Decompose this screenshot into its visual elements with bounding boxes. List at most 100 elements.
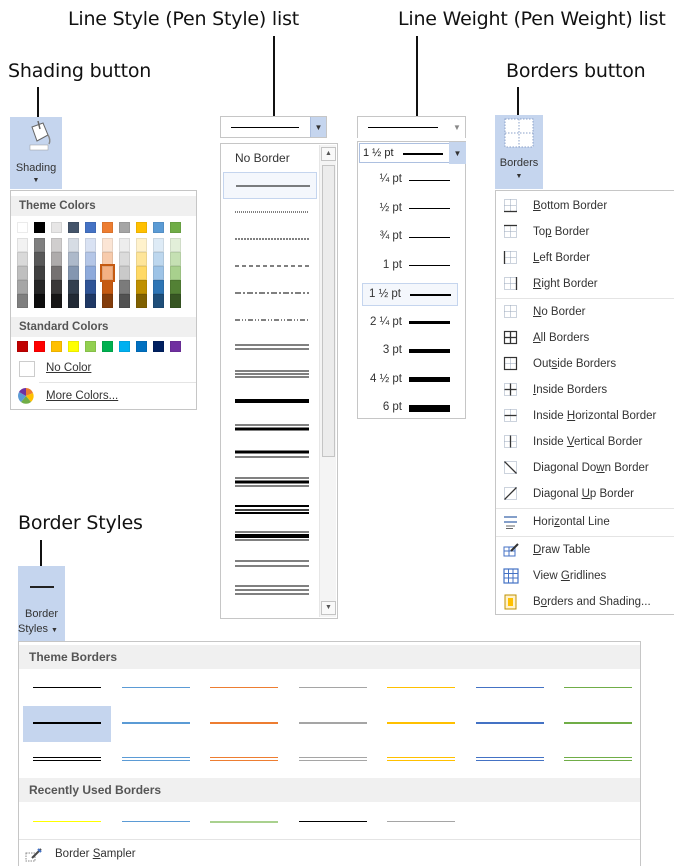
pen-style-option[interactable] [223,361,317,388]
color-swatch[interactable] [170,222,181,233]
borders-menu-item[interactable]: View Gridlines [496,563,674,589]
pen-weight-option[interactable]: 3 pt [362,340,458,363]
color-swatch[interactable] [34,238,45,252]
theme-border-option[interactable] [200,706,288,742]
pen-style-option[interactable] [223,523,317,550]
color-swatch[interactable] [51,280,62,294]
recent-border-option[interactable] [377,804,465,840]
shading-button[interactable]: Shading ▼ [10,117,62,189]
chevron-down-icon[interactable]: ▼ [310,117,326,137]
color-swatch[interactable] [119,341,130,352]
borders-menu-item[interactable]: Horizontal Line [496,509,674,535]
color-swatch[interactable] [119,266,130,280]
color-swatch[interactable] [102,252,113,266]
borders-menu-item[interactable]: Bottom Border [496,193,674,219]
color-swatch[interactable] [100,264,115,282]
color-swatch[interactable] [17,252,28,266]
color-swatch[interactable] [136,222,147,233]
pen-style-option[interactable] [223,334,317,361]
theme-border-option[interactable] [23,706,111,742]
color-swatch[interactable] [51,252,62,266]
color-swatch[interactable] [51,341,62,352]
pen-weight-current[interactable]: 1 ½ pt [359,143,450,163]
color-swatch[interactable] [119,222,130,233]
theme-border-option[interactable] [23,670,111,706]
color-swatch[interactable] [85,252,96,266]
theme-border-option[interactable] [23,742,111,778]
pen-style-option[interactable] [223,415,317,442]
theme-border-option[interactable] [377,706,465,742]
pen-weight-option[interactable]: 1 pt [362,255,458,278]
scrollbar-thumb[interactable] [322,165,335,457]
color-swatch[interactable] [34,294,45,308]
color-swatch[interactable] [136,280,147,294]
color-swatch[interactable] [153,222,164,233]
color-swatch[interactable] [170,252,181,266]
color-swatch[interactable] [85,341,96,352]
color-swatch[interactable] [170,294,181,308]
borders-menu-item[interactable]: Top Border [496,219,674,245]
pen-style-option[interactable] [223,199,317,226]
color-swatch[interactable] [102,294,113,308]
borders-menu-item[interactable]: Inside Vertical Border [496,429,674,455]
color-swatch[interactable] [153,266,164,280]
color-swatch[interactable] [102,238,113,252]
chevron-down-icon[interactable]: ▼ [449,142,466,164]
theme-border-option[interactable] [289,670,377,706]
theme-border-option[interactable] [377,742,465,778]
color-swatch[interactable] [68,252,79,266]
color-swatch[interactable] [34,341,45,352]
borders-menu-item[interactable]: No Border [496,299,674,325]
border-styles-button[interactable]: Border Styles ▼ [18,566,65,641]
color-swatch[interactable] [119,238,130,252]
color-swatch[interactable] [34,280,45,294]
color-swatch[interactable] [136,294,147,308]
borders-menu-item[interactable]: Outside Borders [496,351,674,377]
color-swatch[interactable] [119,280,130,294]
theme-border-option[interactable] [554,742,642,778]
color-swatch[interactable] [34,252,45,266]
color-swatch[interactable] [153,280,164,294]
no-color-item[interactable]: No Color [11,358,196,378]
recent-border-option[interactable] [112,804,200,840]
color-swatch[interactable] [51,222,62,233]
pen-weight-dropdown-top[interactable]: ▼ [357,116,466,138]
color-swatch[interactable] [136,341,147,352]
pen-weight-option[interactable]: 6 pt [362,397,458,420]
color-swatch[interactable] [153,252,164,266]
color-swatch[interactable] [17,238,28,252]
color-swatch[interactable] [85,238,96,252]
color-swatch[interactable] [17,341,28,352]
borders-menu-item[interactable]: Diagonal Down Border [496,455,674,481]
pen-style-option[interactable] [223,280,317,307]
color-swatch[interactable] [170,266,181,280]
color-swatch[interactable] [51,294,62,308]
theme-border-option[interactable] [112,706,200,742]
color-swatch[interactable] [68,294,79,308]
color-swatch[interactable] [34,222,45,233]
color-swatch[interactable] [85,294,96,308]
theme-border-option[interactable] [200,670,288,706]
recent-border-option[interactable] [23,804,111,840]
pen-style-option[interactable] [223,226,317,253]
chevron-down-icon[interactable]: ▼ [449,117,465,137]
more-colors-item[interactable]: More Colors... [11,386,196,406]
recent-border-option[interactable] [289,804,377,840]
pen-style-option[interactable] [223,172,317,199]
pen-weight-option[interactable]: ¼ pt [362,169,458,192]
color-swatch[interactable] [68,238,79,252]
pen-style-option[interactable] [223,253,317,280]
pen-weight-list[interactable]: 1 ½ pt ▼ ¼ pt ½ pt ¾ pt 1 pt 1 ½ pt 2 ¼ pt 3 p… [357,141,466,419]
color-swatch[interactable] [68,222,79,233]
pen-weight-option[interactable]: 1 ½ pt [362,283,458,306]
pen-weight-option[interactable]: ¾ pt [362,226,458,249]
borders-menu-item[interactable]: Right Border [496,271,674,297]
color-swatch[interactable] [51,266,62,280]
color-swatch[interactable] [170,238,181,252]
theme-border-option[interactable] [289,742,377,778]
borders-menu-item[interactable]: Draw Table [496,537,674,563]
no-border-option[interactable]: No Border [235,151,290,165]
pen-style-option[interactable] [223,307,317,334]
color-swatch[interactable] [136,252,147,266]
color-swatch[interactable] [68,280,79,294]
